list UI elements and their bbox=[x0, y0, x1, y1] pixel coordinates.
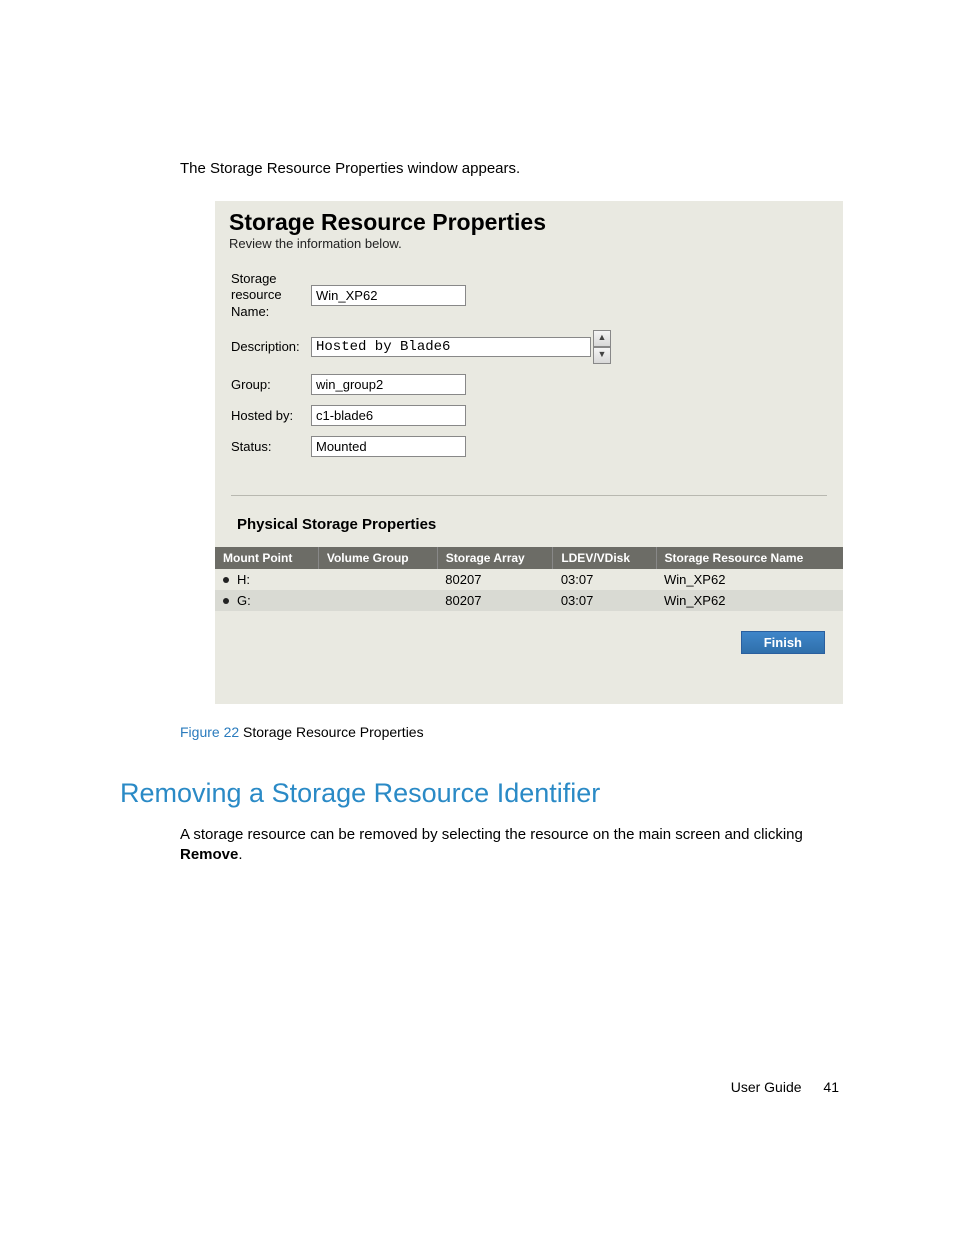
section-body: A storage resource can be removed by sel… bbox=[180, 825, 804, 866]
col-vg: Volume Group bbox=[318, 547, 437, 569]
cell-mount: G: bbox=[237, 593, 251, 608]
hosted-by-label: Hosted by: bbox=[231, 408, 311, 423]
description-scroll: ▲ ▼ bbox=[593, 330, 611, 364]
cell-ldev: 03:07 bbox=[553, 590, 656, 611]
cell-mount: H: bbox=[237, 572, 250, 587]
scroll-up-icon[interactable]: ▲ bbox=[593, 330, 611, 347]
footer-doc: User Guide bbox=[731, 1079, 802, 1095]
cell-ldev: 03:07 bbox=[553, 569, 656, 590]
figure-caption: Figure 22 Storage Resource Properties bbox=[180, 724, 844, 740]
body-text-strong: Remove bbox=[180, 846, 238, 863]
cell-vg bbox=[318, 590, 437, 611]
physical-properties-table: Mount Point Volume Group Storage Array L… bbox=[215, 547, 843, 611]
hosted-by-input[interactable] bbox=[311, 405, 466, 426]
cell-array: 80207 bbox=[437, 569, 553, 590]
divider bbox=[231, 495, 827, 496]
col-ldev: LDEV/VDisk bbox=[553, 547, 656, 569]
group-label: Group: bbox=[231, 377, 311, 392]
window-title: Storage Resource Properties bbox=[215, 201, 843, 236]
body-text-after: . bbox=[238, 846, 242, 863]
section-heading: Removing a Storage Resource Identifier bbox=[120, 778, 844, 809]
description-input[interactable] bbox=[311, 337, 591, 357]
group-input[interactable] bbox=[311, 374, 466, 395]
bullet-icon bbox=[223, 577, 229, 583]
intro-paragraph: The Storage Resource Properties window a… bbox=[180, 160, 844, 177]
form-area: Storage resource Name: Description: ▲ ▼ … bbox=[215, 265, 843, 473]
footer-page-number: 41 bbox=[823, 1079, 839, 1095]
table-row: G: 80207 03:07 Win_XP62 bbox=[215, 590, 843, 611]
scroll-down-icon[interactable]: ▼ bbox=[593, 347, 611, 364]
finish-button[interactable]: Finish bbox=[741, 631, 825, 654]
name-input[interactable] bbox=[311, 285, 466, 306]
physical-properties-title: Physical Storage Properties bbox=[215, 516, 843, 547]
cell-srn: Win_XP62 bbox=[656, 590, 843, 611]
name-label: Storage resource Name: bbox=[231, 271, 311, 320]
figure-label: Figure 22 bbox=[180, 724, 239, 740]
description-label: Description: bbox=[231, 339, 311, 354]
cell-vg bbox=[318, 569, 437, 590]
status-input[interactable] bbox=[311, 436, 466, 457]
table-header-row: Mount Point Volume Group Storage Array L… bbox=[215, 547, 843, 569]
page-footer: User Guide 41 bbox=[731, 1079, 839, 1095]
col-mount: Mount Point bbox=[215, 547, 318, 569]
col-array: Storage Array bbox=[437, 547, 553, 569]
properties-window: Storage Resource Properties Review the i… bbox=[215, 201, 843, 704]
figure-caption-text: Storage Resource Properties bbox=[243, 724, 424, 740]
body-text-before: A storage resource can be removed by sel… bbox=[180, 826, 803, 843]
col-srn: Storage Resource Name bbox=[656, 547, 843, 569]
window-subtitle: Review the information below. bbox=[215, 236, 843, 265]
table-row: H: 80207 03:07 Win_XP62 bbox=[215, 569, 843, 590]
cell-array: 80207 bbox=[437, 590, 553, 611]
bullet-icon bbox=[223, 598, 229, 604]
cell-srn: Win_XP62 bbox=[656, 569, 843, 590]
status-label: Status: bbox=[231, 439, 311, 454]
